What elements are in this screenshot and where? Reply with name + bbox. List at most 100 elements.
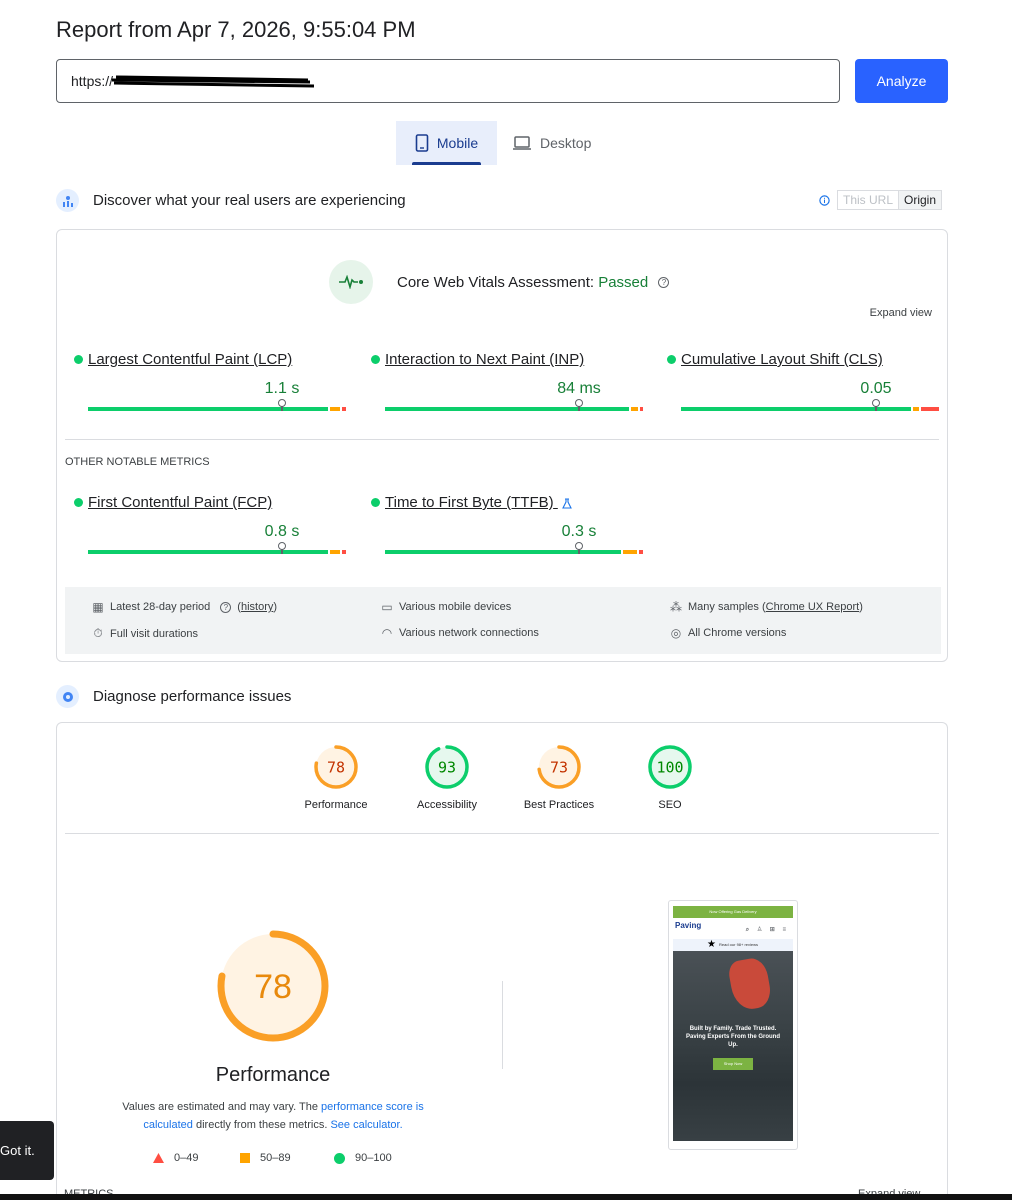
- field-data-header: Discover what your real users are experi…: [56, 189, 406, 212]
- got-it-label[interactable]: Got it.: [0, 1143, 35, 1158]
- tab-desktop-label: Desktop: [540, 135, 592, 151]
- gauge-score: 100: [656, 758, 683, 776]
- metric-cls: Cumulative Layout Shift (CLS) 0.05: [667, 351, 939, 421]
- cwv-status: Passed: [598, 273, 649, 291]
- help-icon[interactable]: ?: [220, 601, 232, 613]
- got-it-toast[interactable]: Got it.: [0, 1121, 54, 1180]
- metric-name[interactable]: Interaction to Next Paint (INP): [385, 351, 584, 368]
- field-data-card: Core Web Vitals Assessment: Passed ? Exp…: [56, 229, 948, 662]
- laptop-icon: [513, 136, 531, 150]
- info-period: ▦ Latest 28-day period ? (history): [92, 600, 278, 614]
- score-gauge-accessibility[interactable]: 93 Accessibility: [387, 743, 507, 811]
- bottom-bar: [0, 1194, 1012, 1200]
- legend-average: 50–89: [240, 1152, 291, 1164]
- tab-desktop[interactable]: Desktop: [512, 121, 602, 165]
- good-dot: [667, 355, 676, 364]
- gauge-score: 93: [438, 758, 456, 776]
- page-screenshot-thumbnail[interactable]: Now Offering Gas Delivery Paving ⌕ ♙ ⊞ ≡ …: [668, 900, 798, 1150]
- vertical-divider: [502, 981, 503, 1069]
- screenshot-hero: Built by Family. Trade Trusted. Paving E…: [673, 951, 793, 1141]
- gauge-label: Performance: [304, 799, 368, 811]
- performance-label: Performance: [215, 1064, 331, 1086]
- smartphone-icon: [415, 134, 429, 152]
- expand-view-link[interactable]: Expand view: [870, 307, 932, 319]
- metric-value: 0.05: [860, 380, 892, 397]
- cwv-assessment: Core Web Vitals Assessment: Passed ?: [329, 260, 670, 304]
- legend-poor: 0–49: [153, 1152, 198, 1164]
- screenshot-banner: Now Offering Gas Delivery: [673, 906, 793, 918]
- metric-inp: Interaction to Next Paint (INP) 84 ms: [371, 351, 643, 421]
- gauge-score: 78: [327, 758, 345, 776]
- glove-image: [726, 956, 774, 1012]
- good-dot: [74, 355, 83, 364]
- distribution-bar: [385, 550, 643, 554]
- info-icon[interactable]: [819, 195, 830, 209]
- metric-name[interactable]: Largest Contentful Paint (LCP): [88, 351, 292, 368]
- distribution-bar: [681, 407, 939, 411]
- good-dot: [371, 355, 380, 364]
- p75-marker: [872, 399, 880, 411]
- help-icon[interactable]: ?: [658, 277, 670, 289]
- lighthouse-icon: [56, 685, 79, 708]
- distribution-bar: [88, 407, 346, 411]
- metric-value: 0.3 s: [561, 523, 597, 540]
- performance-big-gauge: 78: [217, 930, 329, 1042]
- info-chrome: ◎ All Chrome versions: [670, 626, 787, 640]
- screenshot-cta: Shop Now: [713, 1058, 753, 1070]
- history-link[interactable]: (history): [237, 601, 277, 613]
- url-input[interactable]: [56, 59, 840, 103]
- analyze-button[interactable]: Analyze: [855, 59, 948, 103]
- tab-mobile-label: Mobile: [436, 135, 479, 151]
- metric-name[interactable]: First Contentful Paint (FCP): [88, 494, 272, 511]
- square-icon: [240, 1153, 250, 1163]
- divider: [65, 439, 939, 440]
- other-metrics-label: OTHER NOTABLE METRICS: [65, 456, 210, 468]
- score-gauge-performance[interactable]: 78 Performance: [276, 743, 396, 811]
- calculator-link[interactable]: See calculator.: [330, 1119, 402, 1131]
- info-durations: ⏱ Full visit durations: [93, 626, 199, 640]
- stopwatch-icon: ⏱: [93, 626, 103, 640]
- metric-value: 0.8 s: [264, 523, 300, 540]
- metric-name[interactable]: Cumulative Layout Shift (CLS): [681, 351, 883, 368]
- this-url-option[interactable]: This URL: [838, 191, 900, 209]
- score-gauge-best-practices[interactable]: 73 Best Practices: [499, 743, 619, 811]
- flask-icon: [561, 497, 572, 509]
- origin-option[interactable]: Origin: [899, 191, 942, 209]
- calendar-icon: ▦: [92, 600, 104, 614]
- info-devices: ▭ Various mobile devices: [381, 600, 512, 614]
- people-icon: ⁂: [670, 600, 682, 614]
- distribution-bar: [88, 550, 346, 554]
- gauge-label: Best Practices: [523, 799, 595, 811]
- gauge-score: 78: [254, 968, 292, 1006]
- triangle-icon: [153, 1153, 164, 1163]
- data-info-box: ▦ Latest 28-day period ? (history) ⏱ Ful…: [65, 587, 941, 654]
- diagnose-heading: Diagnose performance issues: [93, 688, 292, 705]
- tab-mobile[interactable]: Mobile: [396, 121, 497, 165]
- score-gauge-seo[interactable]: 100 SEO: [610, 743, 730, 811]
- metric-fcp: First Contentful Paint (FCP) 0.8 s: [74, 494, 346, 564]
- distribution-bar: [385, 407, 643, 411]
- chrome-icon: ◎: [670, 626, 682, 640]
- lab-data-card: 78 Performance 93 Accessibility 73 Best Pract…: [56, 722, 948, 1200]
- wifi-icon: ◠: [381, 626, 393, 640]
- screenshot-reviews: ★ Read our 98+ reviews: [673, 939, 793, 951]
- metric-value: 84 ms: [557, 380, 601, 397]
- p75-marker: [278, 542, 286, 554]
- metric-name[interactable]: Time to First Byte (TTFB): [385, 494, 572, 511]
- screenshot-hero-text: Built by Family. Trade Trusted. Paving E…: [685, 1026, 780, 1048]
- p75-marker: [575, 542, 583, 554]
- gauge-label: SEO: [658, 799, 682, 811]
- metric-ttfb: Time to First Byte (TTFB) 0.3 s: [371, 494, 643, 564]
- info-samples: ⁂ Many samples (Chrome UX Report): [670, 600, 863, 614]
- page-title: Report from Apr 7, 2026, 9:55:04 PM: [56, 17, 416, 42]
- legend-good: 90–100: [334, 1152, 392, 1164]
- p75-marker: [575, 399, 583, 411]
- crux-link[interactable]: Chrome UX Report: [766, 601, 860, 613]
- diagnose-header: Diagnose performance issues: [56, 685, 291, 708]
- gauge-label: Accessibility: [417, 799, 477, 811]
- good-dot: [371, 498, 380, 507]
- metric-value: 1.1 s: [264, 380, 300, 397]
- users-chart-icon: [56, 189, 79, 212]
- url-origin-toggle[interactable]: This URL Origin: [837, 190, 943, 210]
- pulse-icon: [329, 260, 373, 304]
